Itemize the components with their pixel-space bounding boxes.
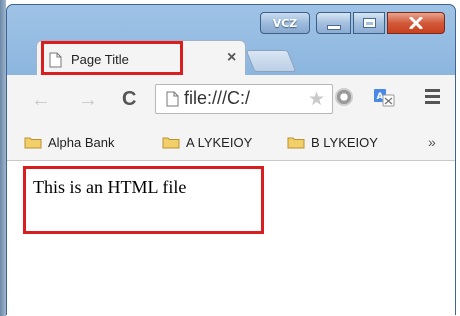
forward-arrow-icon[interactable]: → bbox=[78, 90, 98, 110]
back-arrow-icon[interactable]: ← bbox=[31, 90, 51, 110]
adblock-icon[interactable] bbox=[335, 88, 353, 106]
vcz-badge[interactable]: VCZ bbox=[260, 12, 310, 34]
tab-close-icon[interactable]: × bbox=[227, 49, 236, 67]
bookmark-label: A LYKEIOY bbox=[186, 134, 253, 150]
maximize-icon bbox=[363, 19, 375, 27]
minimize-button[interactable] bbox=[316, 12, 351, 34]
close-window-icon bbox=[409, 17, 423, 29]
bookmark-star-icon[interactable]: ★ bbox=[308, 88, 325, 111]
folder-icon bbox=[287, 137, 305, 148]
address-text[interactable]: file:///C:/ bbox=[184, 88, 250, 109]
page-content: This is an HTML file bbox=[7, 161, 455, 316]
page-icon bbox=[166, 91, 179, 107]
reload-icon[interactable]: C bbox=[122, 88, 136, 111]
tab-highlight-box bbox=[41, 41, 183, 75]
svg-text:A: A bbox=[377, 92, 384, 102]
bookmarks-bar: Alpha Bank A LYKEIOY B LYKEIOY » bbox=[7, 123, 455, 161]
bookmark-folder-alpha-bank[interactable]: Alpha Bank bbox=[24, 132, 115, 152]
new-tab-button[interactable] bbox=[245, 50, 297, 72]
bookmark-folder-b-lykeioy[interactable]: B LYKEIOY bbox=[287, 132, 378, 152]
maximize-button[interactable] bbox=[353, 12, 385, 34]
bookmark-label: B LYKEIOY bbox=[311, 134, 378, 150]
folder-icon bbox=[24, 137, 42, 148]
bookmark-label: Alpha Bank bbox=[48, 134, 115, 150]
content-highlight-box bbox=[23, 166, 264, 234]
minimize-icon bbox=[327, 25, 340, 29]
folder-icon bbox=[162, 137, 180, 148]
close-window-button[interactable] bbox=[387, 12, 445, 34]
window-caption-buttons: VCZ bbox=[260, 12, 445, 34]
more-bookmarks-chevron-icon[interactable]: » bbox=[428, 134, 436, 150]
tab-page-title[interactable]: Page Title × bbox=[36, 40, 246, 76]
bookmark-folder-a-lykeioy[interactable]: A LYKEIOY bbox=[162, 132, 252, 152]
address-bar[interactable]: file:///C:/ ★ bbox=[155, 84, 333, 114]
translate-icon[interactable]: A bbox=[373, 86, 395, 108]
browser-toolbar: ← → C file:///C:/ ★ A bbox=[7, 75, 455, 123]
hamburger-menu-icon[interactable] bbox=[425, 89, 440, 105]
